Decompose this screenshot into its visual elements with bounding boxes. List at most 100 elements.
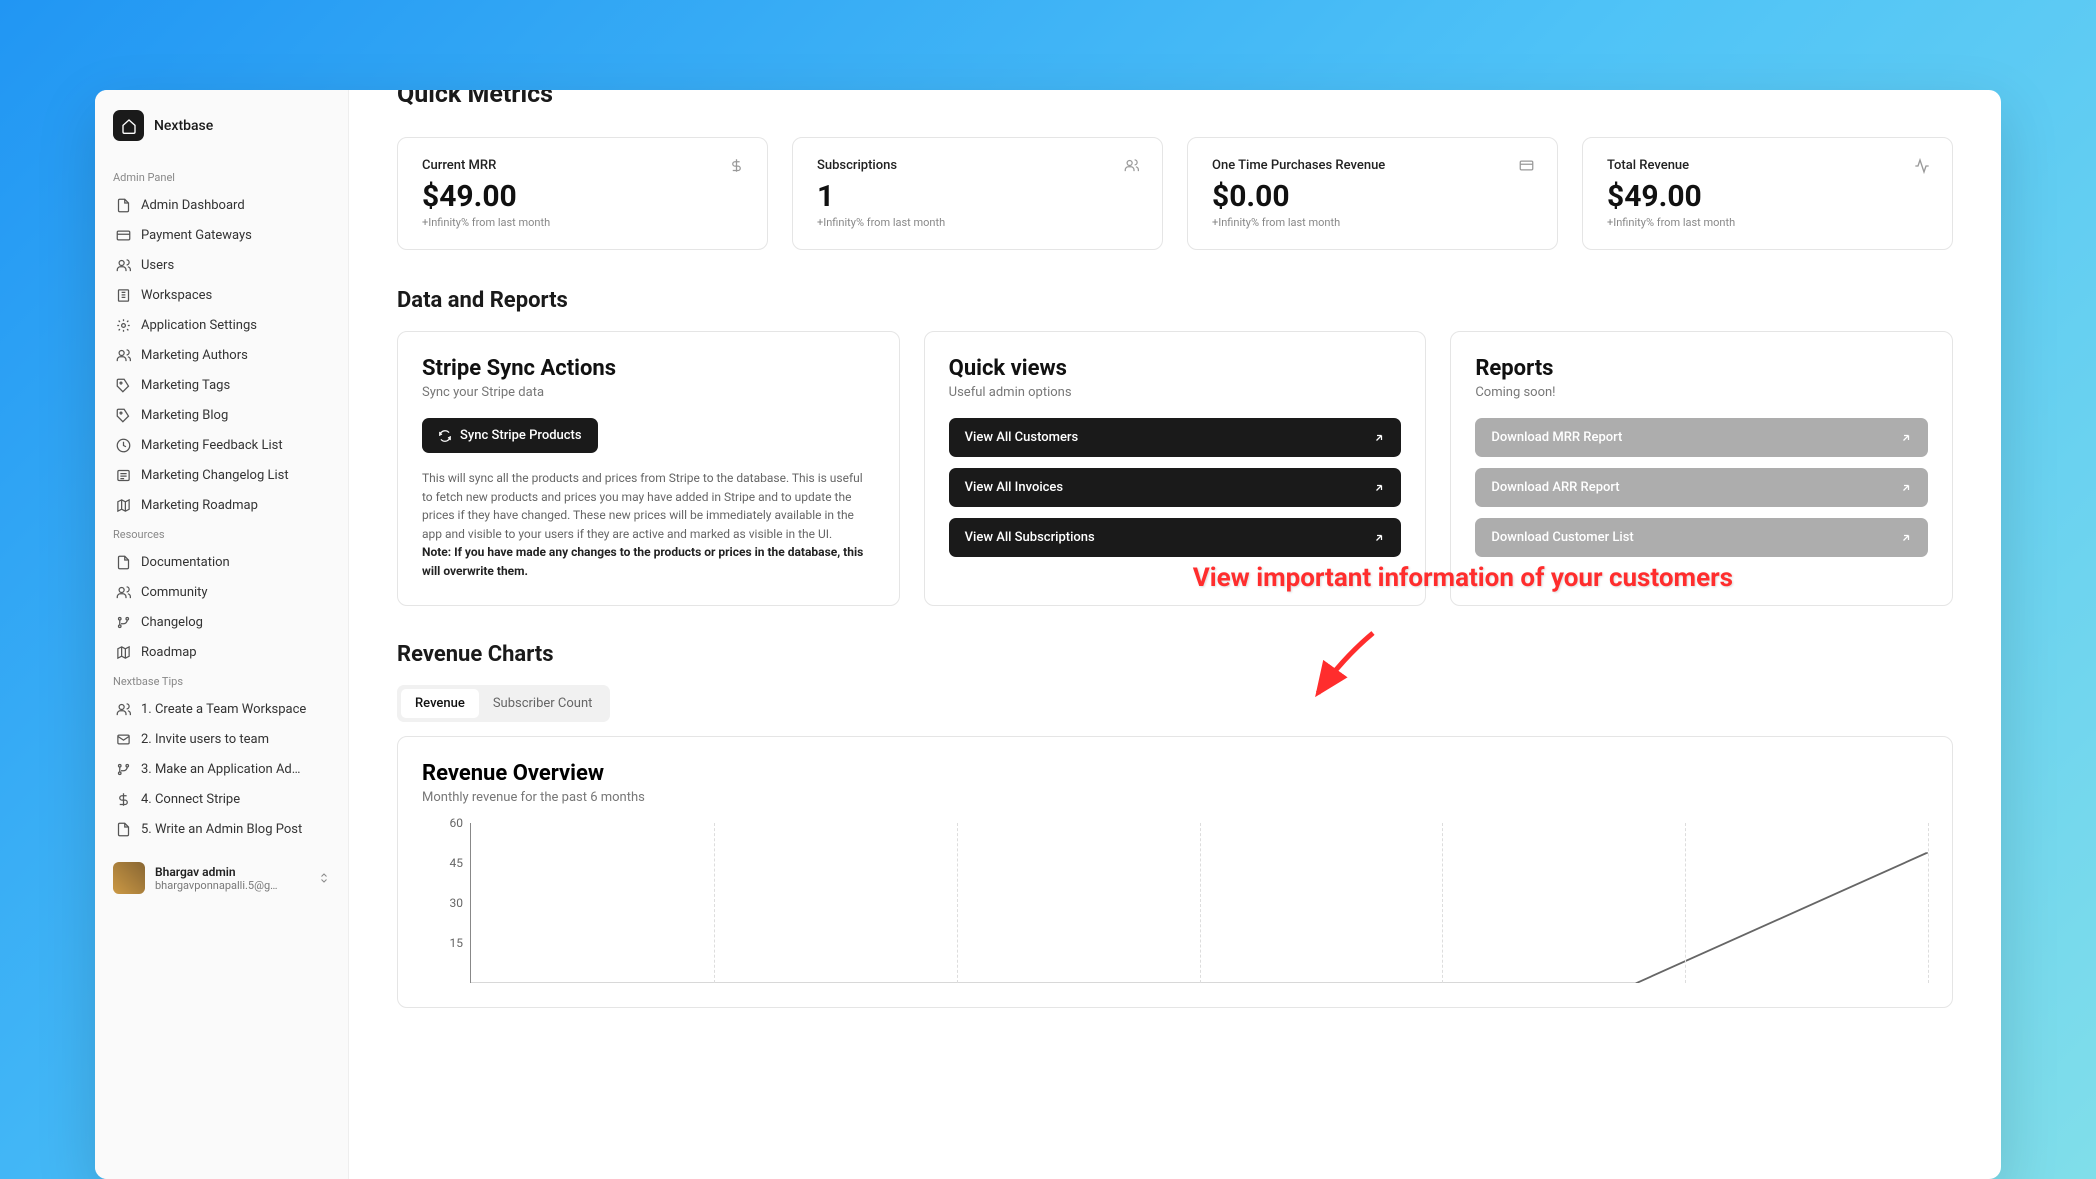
chart-title: Revenue Overview [422, 761, 1928, 786]
sidebar-item[interactable]: 3. Make an Application Ad… [109, 754, 334, 784]
sidebar-item[interactable]: Payment Gateways [109, 220, 334, 250]
sidebar-item[interactable]: Marketing Feedback List [109, 430, 334, 460]
tag-icon [115, 407, 131, 423]
card-subtitle: Coming soon! [1475, 385, 1928, 400]
chart-area: 60453015 [470, 823, 1928, 983]
metric-delta: +Infinity% from last month [1607, 216, 1928, 229]
reports-card: Reports Coming soon! Download MRR Report… [1450, 331, 1953, 606]
metric-label: Total Revenue [1607, 158, 1928, 173]
metric-label: Subscriptions [817, 158, 1138, 173]
users-icon [115, 257, 131, 273]
sidebar-item-label: 2. Invite users to team [141, 732, 269, 747]
section-label: Nextbase Tips [109, 667, 334, 694]
users-icon [115, 584, 131, 600]
card-icon [115, 227, 131, 243]
user-name: Bhargav admin [155, 865, 308, 879]
section-label: Admin Panel [109, 163, 334, 190]
metric-value: $0.00 [1212, 179, 1533, 214]
metrics-row: Current MRR$49.00+Infinity% from last mo… [397, 137, 1953, 250]
tab-revenue[interactable]: Revenue [401, 689, 479, 718]
section-title-data-reports: Data and Reports [397, 288, 1953, 313]
arrow-up-right-icon [1373, 432, 1385, 444]
building-icon [115, 287, 131, 303]
file-icon [115, 197, 131, 213]
tab-subscriber-count[interactable]: Subscriber Count [479, 689, 607, 718]
sidebar-item[interactable]: Marketing Blog [109, 400, 334, 430]
sidebar-item[interactable]: Roadmap [109, 637, 334, 667]
arrow-icon [1298, 623, 1388, 713]
sidebar-item[interactable]: Marketing Roadmap [109, 490, 334, 520]
sidebar-item[interactable]: Application Settings [109, 310, 334, 340]
section-title-revenue-charts: Revenue Charts [397, 642, 1953, 667]
report-download-button[interactable]: Download ARR Report [1475, 468, 1928, 507]
brand-name: Nextbase [154, 118, 213, 134]
metric-label: One Time Purchases Revenue [1212, 158, 1533, 173]
sidebar-item[interactable]: 4. Connect Stripe [109, 784, 334, 814]
sync-stripe-button[interactable]: Sync Stripe Products [422, 418, 598, 453]
card-icon [1519, 158, 1537, 176]
card-subtitle: Sync your Stripe data [422, 385, 875, 400]
sidebar-item[interactable]: Marketing Authors [109, 340, 334, 370]
file-icon [115, 554, 131, 570]
metric-card: Total Revenue$49.00+Infinity% from last … [1582, 137, 1953, 250]
sidebar-item-label: Marketing Roadmap [141, 498, 258, 513]
arrow-up-right-icon [1900, 482, 1912, 494]
quick-views-card: Quick views Useful admin options View Al… [924, 331, 1427, 606]
mail-icon [115, 731, 131, 747]
y-tick: 60 [450, 816, 464, 830]
metric-delta: +Infinity% from last month [817, 216, 1138, 229]
main-content: Quick Metrics Current MRR$49.00+Infinity… [349, 90, 2001, 1179]
tabs: Revenue Subscriber Count [397, 685, 610, 722]
metric-card: Current MRR$49.00+Infinity% from last mo… [397, 137, 768, 250]
sidebar-item[interactable]: 2. Invite users to team [109, 724, 334, 754]
user-menu[interactable]: Bhargav admin bhargavponnapalli.5@g… [109, 852, 334, 904]
stripe-sync-card: Stripe Sync Actions Sync your Stripe dat… [397, 331, 900, 606]
quick-view-button[interactable]: View All Customers [949, 418, 1402, 457]
section-label: Resources [109, 520, 334, 547]
users-icon [1124, 158, 1142, 176]
sidebar-item[interactable]: 5. Write an Admin Blog Post [109, 814, 334, 844]
quick-view-button[interactable]: View All Subscriptions [949, 518, 1402, 557]
y-tick: 15 [450, 936, 464, 950]
gear-icon [115, 317, 131, 333]
revenue-overview-card: Revenue Overview Monthly revenue for the… [397, 736, 1953, 1008]
sidebar-item[interactable]: Marketing Tags [109, 370, 334, 400]
sidebar-item[interactable]: Community [109, 577, 334, 607]
home-icon [113, 110, 144, 141]
dollar-icon [115, 791, 131, 807]
arrow-up-right-icon [1900, 432, 1912, 444]
sidebar-item-label: Workspaces [141, 288, 212, 303]
sidebar-item-label: Changelog [141, 615, 203, 630]
sidebar-item[interactable]: Users [109, 250, 334, 280]
activity-icon [1914, 158, 1932, 176]
sidebar-item[interactable]: Admin Dashboard [109, 190, 334, 220]
sidebar-item-label: Marketing Blog [141, 408, 228, 423]
sidebar-item-label: 1. Create a Team Workspace [141, 702, 306, 717]
sidebar-item[interactable]: 1. Create a Team Workspace [109, 694, 334, 724]
sidebar-item-label: Application Settings [141, 318, 257, 333]
branch-icon [115, 614, 131, 630]
metric-delta: +Infinity% from last month [1212, 216, 1533, 229]
sidebar-item[interactable]: Changelog [109, 607, 334, 637]
metric-delta: +Infinity% from last month [422, 216, 743, 229]
sync-description: This will sync all the products and pric… [422, 469, 875, 581]
list-icon [115, 467, 131, 483]
branch-icon [115, 761, 131, 777]
avatar [113, 862, 145, 894]
user-email: bhargavponnapalli.5@g… [155, 879, 308, 892]
chart-subtitle: Monthly revenue for the past 6 months [422, 790, 1928, 805]
sidebar-item-label: Documentation [141, 555, 230, 570]
y-tick: 45 [450, 856, 464, 870]
sidebar-item[interactable]: Workspaces [109, 280, 334, 310]
report-download-button[interactable]: Download MRR Report [1475, 418, 1928, 457]
arrow-up-right-icon [1373, 482, 1385, 494]
quick-view-button[interactable]: View All Invoices [949, 468, 1402, 507]
report-download-button[interactable]: Download Customer List [1475, 518, 1928, 557]
tag-icon [115, 377, 131, 393]
card-title: Stripe Sync Actions [422, 356, 875, 381]
map-icon [115, 497, 131, 513]
sidebar-item[interactable]: Marketing Changelog List [109, 460, 334, 490]
brand[interactable]: Nextbase [109, 110, 334, 141]
sidebar-item-label: Roadmap [141, 645, 197, 660]
sidebar-item[interactable]: Documentation [109, 547, 334, 577]
